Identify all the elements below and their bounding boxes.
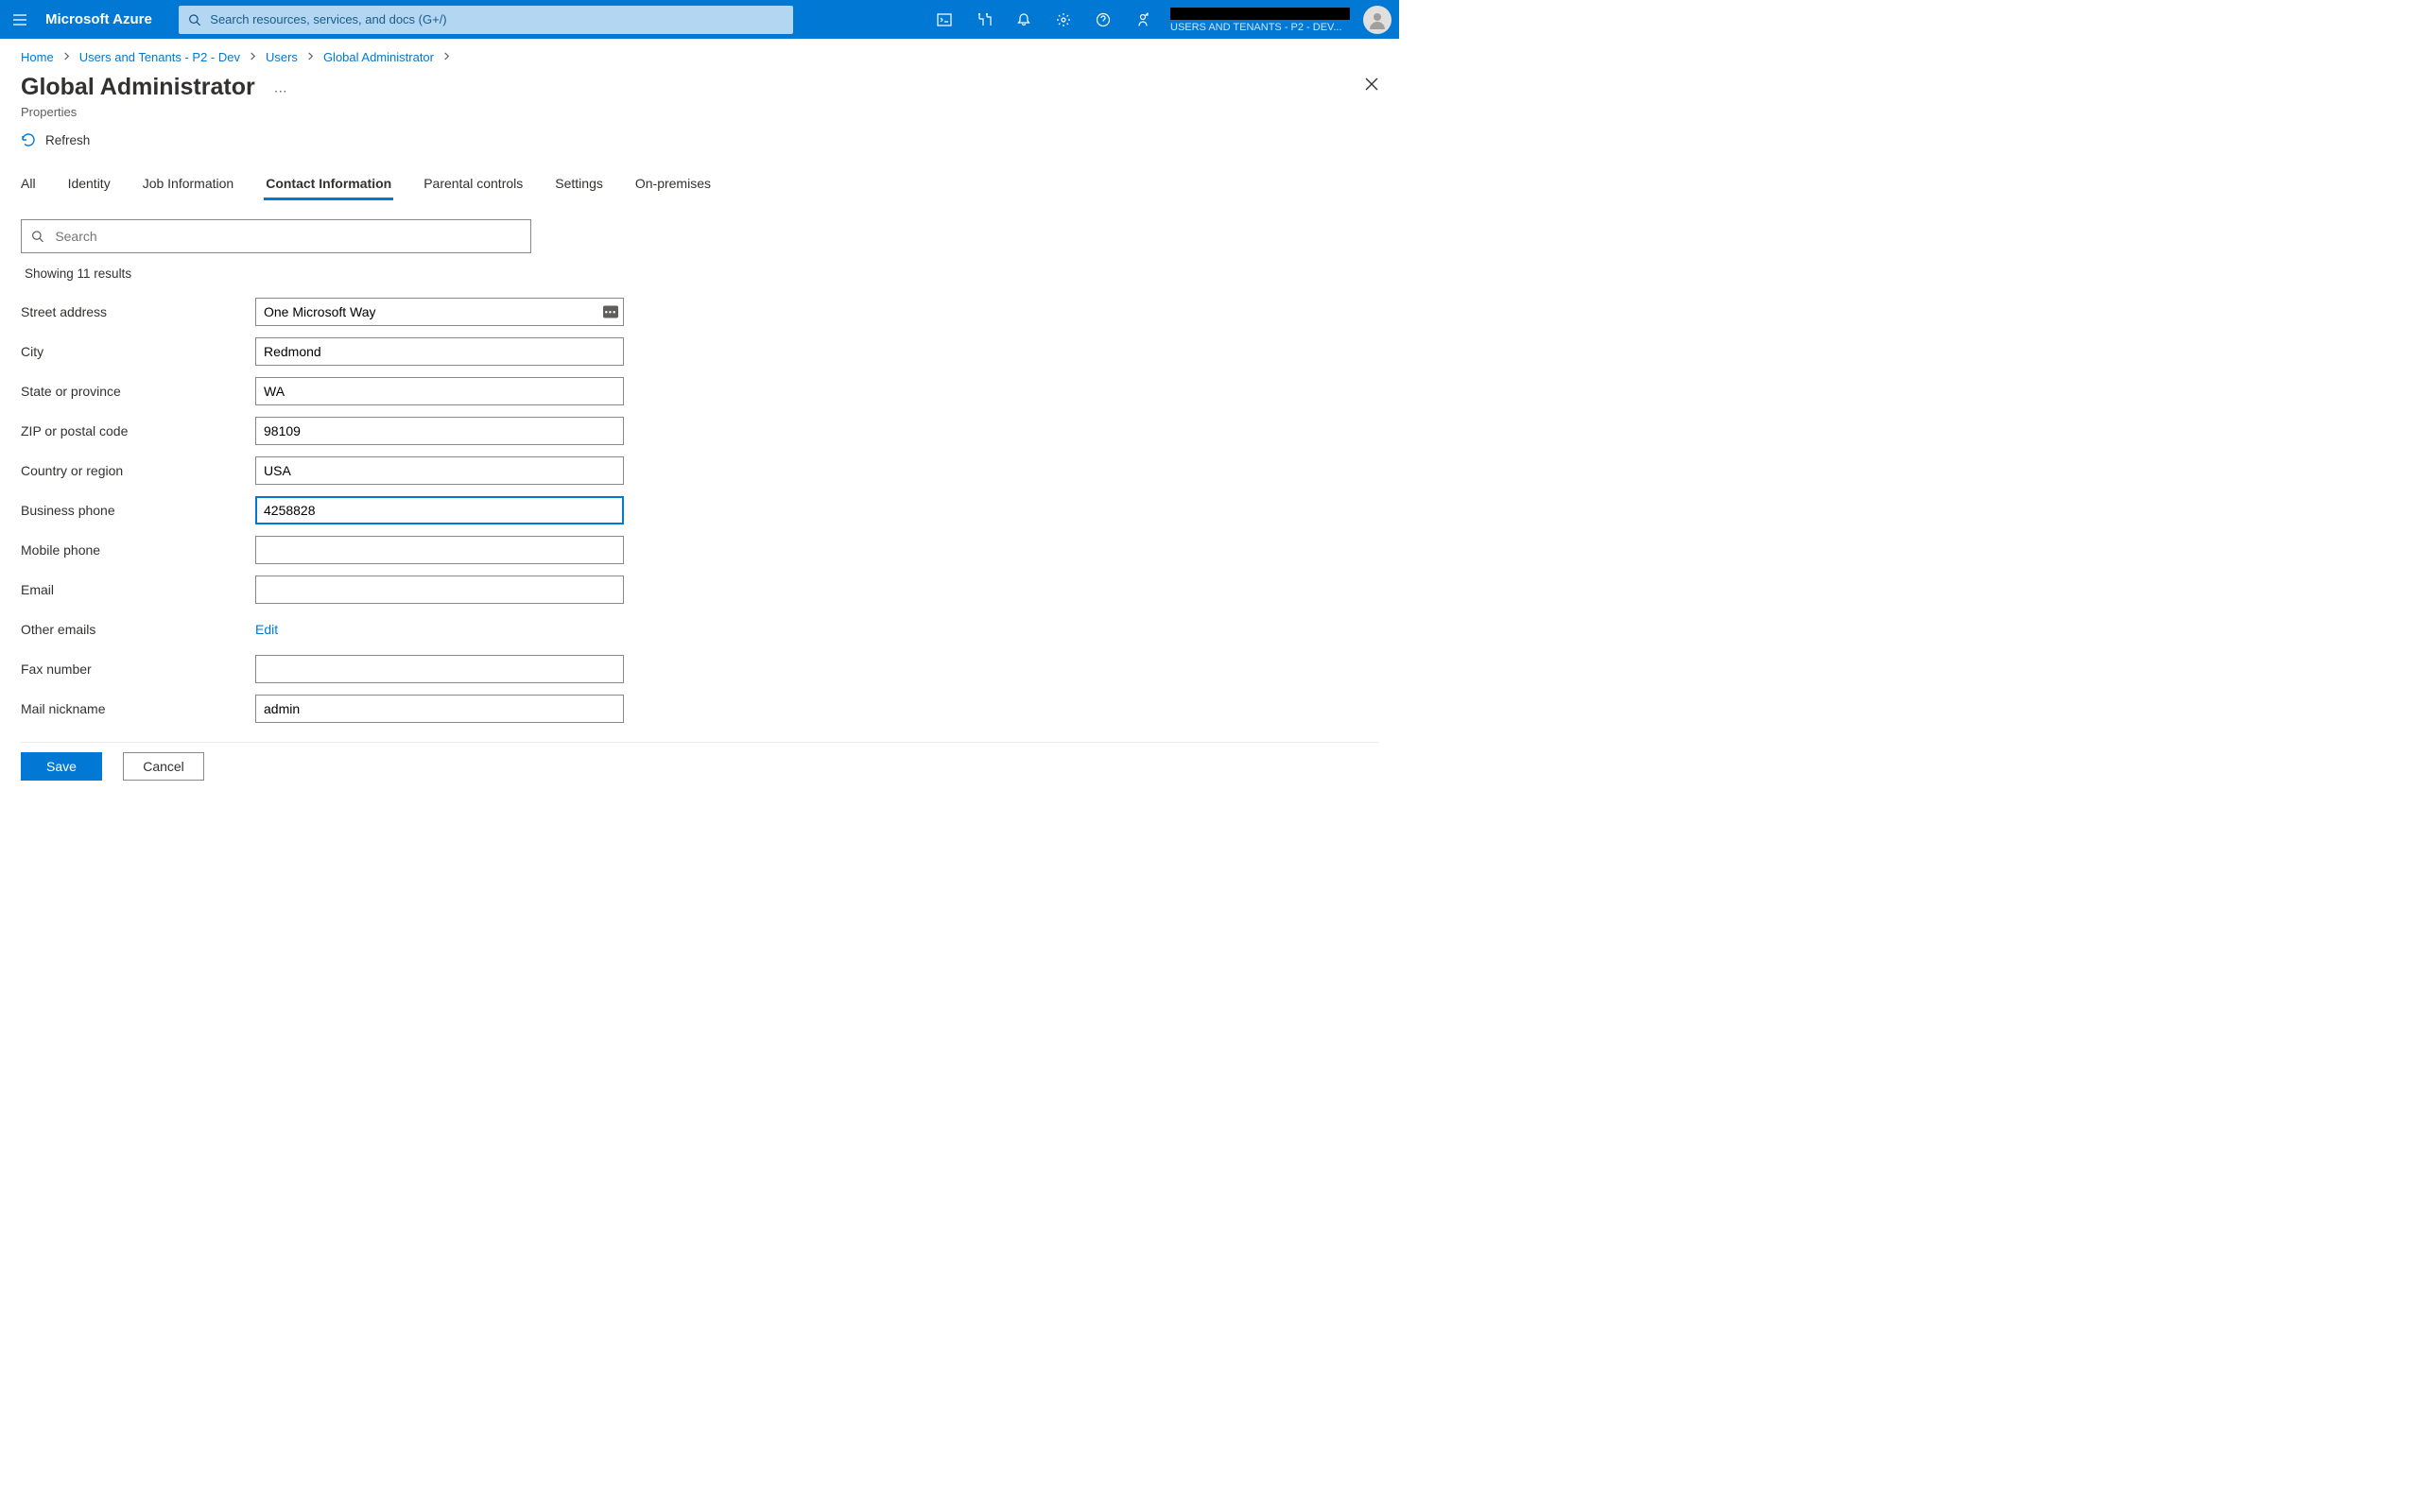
tab-all[interactable]: All	[21, 168, 51, 200]
refresh-button[interactable]: Refresh	[21, 132, 90, 147]
field-label: Mail nickname	[21, 701, 255, 716]
avatar[interactable]	[1363, 6, 1392, 34]
settings-icon[interactable]	[1044, 0, 1083, 39]
page-title: Global Administrator	[21, 74, 255, 101]
tenant-name: USERS AND TENANTS - P2 - DEV...	[1170, 22, 1350, 34]
global-search-input[interactable]	[210, 12, 784, 26]
tab-parental-controls[interactable]: Parental controls	[424, 168, 538, 200]
form-row: Email	[21, 570, 1378, 610]
email-input[interactable]	[255, 576, 624, 604]
field-label: Fax number	[21, 662, 255, 677]
field-label: Business phone	[21, 503, 255, 518]
country-or-region-input[interactable]	[255, 456, 624, 485]
cloud-shell-icon[interactable]	[925, 0, 964, 39]
field-label: Street address	[21, 304, 255, 319]
more-actions-button[interactable]: ⋯	[274, 83, 289, 99]
save-button[interactable]: Save	[21, 752, 102, 781]
form-row: ZIP or postal code	[21, 411, 1378, 451]
form-row: Business phone	[21, 490, 1378, 530]
topbar-icons	[925, 0, 1163, 39]
tab-identity[interactable]: Identity	[68, 168, 126, 200]
state-or-province-input[interactable]	[255, 377, 624, 405]
field-label: City	[21, 344, 255, 359]
breadcrumb-item[interactable]: Home	[21, 50, 54, 64]
form-row: Country or region	[21, 451, 1378, 490]
help-icon[interactable]	[1083, 0, 1123, 39]
directories-icon[interactable]	[964, 0, 1004, 39]
field-label: ZIP or postal code	[21, 423, 255, 438]
form-row: State or province	[21, 371, 1378, 411]
contact-form: Street address ••• City State or province ZI…	[0, 281, 1399, 729]
mail-nickname-input[interactable]	[255, 695, 624, 723]
form-row: Mail nickname	[21, 689, 1378, 729]
chevron-right-icon	[249, 52, 257, 63]
zip-or-postal-code-input[interactable]	[255, 417, 624, 445]
business-phone-input[interactable]	[255, 496, 624, 524]
breadcrumb: Home Users and Tenants - P2 - Dev Users …	[0, 39, 1399, 70]
breadcrumb-item[interactable]: Global Administrator	[323, 50, 434, 64]
refresh-label: Refresh	[45, 133, 90, 147]
field-label: State or province	[21, 384, 255, 399]
street-address-input[interactable]	[255, 298, 624, 326]
breadcrumb-item[interactable]: Users and Tenants - P2 - Dev	[79, 50, 240, 64]
tab-job-information[interactable]: Job Information	[143, 168, 250, 200]
breadcrumb-item[interactable]: Users	[266, 50, 298, 64]
account-email-redacted	[1170, 8, 1350, 20]
results-count: Showing 11 results	[0, 253, 1399, 281]
fax-number-input[interactable]	[255, 655, 624, 683]
cancel-button[interactable]: Cancel	[123, 752, 204, 781]
tab-contact-information[interactable]: Contact Information	[266, 168, 406, 200]
tab-on-premises[interactable]: On-premises	[635, 168, 726, 200]
form-row: Mobile phone	[21, 530, 1378, 570]
city-input[interactable]	[255, 337, 624, 366]
edit-link[interactable]: Edit	[255, 622, 278, 637]
chevron-right-icon	[306, 52, 315, 63]
notifications-icon[interactable]	[1004, 0, 1044, 39]
chevron-right-icon	[442, 52, 451, 63]
close-blade-button[interactable]	[1365, 77, 1378, 94]
field-label: Other emails	[21, 622, 255, 637]
property-search[interactable]	[21, 219, 531, 253]
field-label: Email	[21, 582, 255, 597]
top-bar: Microsoft Azure USERS AND TENANTS - P2 -…	[0, 0, 1399, 39]
page-subtitle: Properties	[0, 101, 1399, 119]
footer-buttons: Save Cancel	[0, 743, 1399, 792]
form-row: City	[21, 332, 1378, 371]
chevron-right-icon	[62, 52, 71, 63]
property-search-input[interactable]	[55, 229, 521, 244]
command-bar: Refresh	[0, 119, 1399, 147]
account-tenant[interactable]: USERS AND TENANTS - P2 - DEV...	[1163, 5, 1357, 34]
global-search[interactable]	[179, 6, 793, 34]
form-row: Fax number	[21, 649, 1378, 689]
form-row: Other emailsEdit	[21, 610, 1378, 649]
tabs: All Identity Job Information Contact Inform…	[0, 147, 1399, 200]
mobile-phone-input[interactable]	[255, 536, 624, 564]
tab-settings[interactable]: Settings	[555, 168, 618, 200]
field-label: Country or region	[21, 463, 255, 478]
field-label: Mobile phone	[21, 542, 255, 558]
hamburger-menu[interactable]	[0, 0, 40, 39]
feedback-icon[interactable]	[1123, 0, 1163, 39]
autofill-icon[interactable]: •••	[603, 306, 618, 318]
brand[interactable]: Microsoft Azure	[40, 11, 165, 27]
page-header: Global Administrator ⋯	[0, 70, 1399, 101]
form-row: Street address •••	[21, 292, 1378, 332]
